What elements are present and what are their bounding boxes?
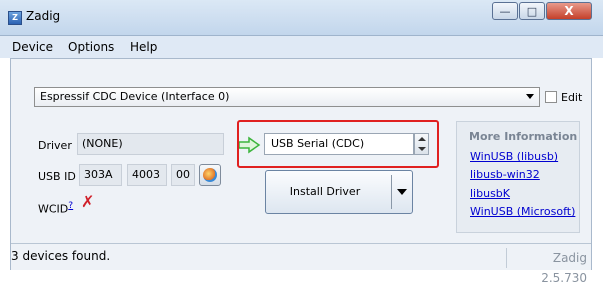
title-bar[interactable]: Z Zadig — □ X xyxy=(0,0,603,36)
install-driver-button[interactable]: Install Driver xyxy=(265,170,413,214)
status-text: 3 devices found. xyxy=(11,249,111,263)
edit-checkbox[interactable] xyxy=(545,91,557,103)
edit-label: Edit xyxy=(561,91,583,104)
split-divider xyxy=(391,175,392,209)
device-selected-value: Espressif CDC Device (Interface 0) xyxy=(40,90,230,103)
version-label: Zadig 2.5.730 xyxy=(506,248,587,285)
menu-help[interactable]: Help xyxy=(130,40,157,54)
target-driver-field[interactable]: USB Serial (CDC) xyxy=(264,133,414,155)
zadig-app-icon: Z xyxy=(8,11,22,25)
link-winusb-libusb[interactable]: WinUSB (libusb) xyxy=(470,150,558,163)
usb-pid-field: 4003 xyxy=(127,164,167,186)
wcid-status-icon: ✗ xyxy=(81,192,95,211)
chevron-down-icon xyxy=(526,94,534,99)
menu-options[interactable]: Options xyxy=(68,40,114,54)
link-winusb-microsoft[interactable]: WinUSB (Microsoft) xyxy=(470,205,575,218)
close-button[interactable]: X xyxy=(546,2,592,20)
usb-vid-field: 303A xyxy=(79,164,122,186)
usb-mi-field: 00 xyxy=(171,164,195,186)
spin-up-icon[interactable] xyxy=(418,137,426,141)
window-title: Zadig xyxy=(26,9,61,23)
more-information-title: More Information xyxy=(469,130,578,143)
menu-bar: Device Options Help xyxy=(0,36,603,58)
maximize-button[interactable]: □ xyxy=(519,2,545,20)
maximize-icon: □ xyxy=(526,4,538,18)
spin-down-icon[interactable] xyxy=(418,147,426,151)
usb-id-label: USB ID xyxy=(38,170,76,183)
device-dropdown[interactable]: Espressif CDC Device (Interface 0) xyxy=(34,87,540,107)
close-icon: X xyxy=(564,4,574,18)
current-driver-field: (NONE) xyxy=(77,133,224,155)
driver-spinner[interactable] xyxy=(414,133,429,155)
link-libusb-win32[interactable]: libusb-win32 xyxy=(470,168,540,181)
driver-label: Driver xyxy=(38,139,72,152)
install-driver-label: Install Driver xyxy=(289,185,361,198)
wcid-help-link[interactable]: ? xyxy=(68,200,73,211)
chevron-down-icon[interactable] xyxy=(397,189,407,195)
link-libusbk[interactable]: libusbK xyxy=(470,187,510,200)
wcid-label: WCID? xyxy=(38,200,74,216)
globe-icon[interactable] xyxy=(199,164,221,186)
menu-device[interactable]: Device xyxy=(12,40,53,54)
caption-buttons: — □ X xyxy=(492,2,594,22)
status-bar: 3 devices found. Zadig 2.5.730 xyxy=(11,243,591,285)
minimize-icon: — xyxy=(499,4,511,18)
minimize-button[interactable]: — xyxy=(492,2,518,20)
